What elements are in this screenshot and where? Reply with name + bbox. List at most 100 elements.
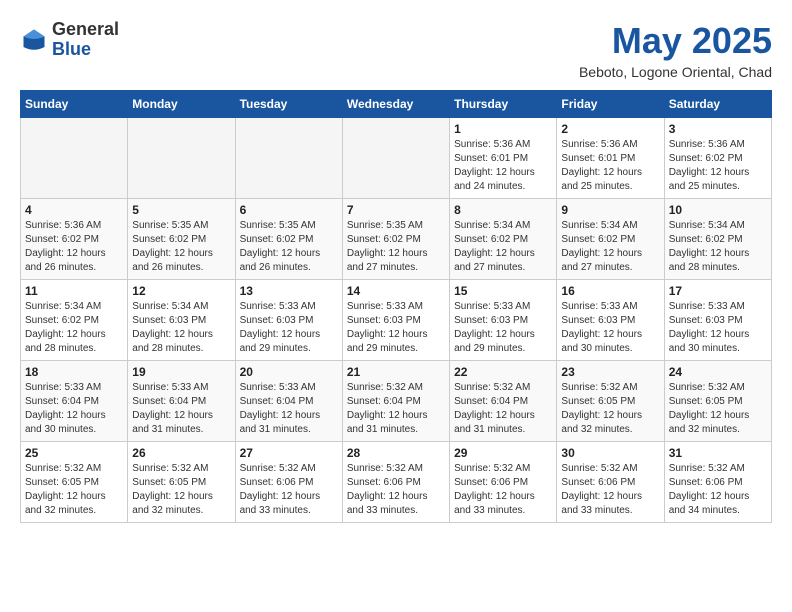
day-info: Sunrise: 5:33 AM Sunset: 6:04 PM Dayligh… <box>132 381 230 437</box>
calendar-header-tuesday: Tuesday <box>235 91 342 118</box>
day-info: Sunrise: 5:36 AM Sunset: 6:01 PM Dayligh… <box>454 138 552 194</box>
calendar-cell: 12Sunrise: 5:34 AM Sunset: 6:03 PM Dayli… <box>128 280 235 361</box>
day-number: 19 <box>132 365 230 379</box>
day-number: 13 <box>240 284 338 298</box>
calendar-cell: 3Sunrise: 5:36 AM Sunset: 6:02 PM Daylig… <box>664 118 771 199</box>
calendar-week-row: 25Sunrise: 5:32 AM Sunset: 6:05 PM Dayli… <box>21 442 772 523</box>
calendar-header-friday: Friday <box>557 91 664 118</box>
calendar-cell <box>342 118 449 199</box>
calendar-header-thursday: Thursday <box>450 91 557 118</box>
day-info: Sunrise: 5:32 AM Sunset: 6:05 PM Dayligh… <box>669 381 767 437</box>
day-number: 12 <box>132 284 230 298</box>
day-info: Sunrise: 5:32 AM Sunset: 6:04 PM Dayligh… <box>347 381 445 437</box>
day-info: Sunrise: 5:33 AM Sunset: 6:03 PM Dayligh… <box>240 300 338 356</box>
logo-blue: Blue <box>52 40 119 60</box>
day-number: 21 <box>347 365 445 379</box>
day-info: Sunrise: 5:32 AM Sunset: 6:05 PM Dayligh… <box>25 462 123 518</box>
day-info: Sunrise: 5:34 AM Sunset: 6:02 PM Dayligh… <box>454 219 552 275</box>
calendar-cell: 14 Sunrise: 5:33 AM Sunset: 6:03 PM Dayli… <box>342 280 449 361</box>
calendar-cell: 16 Sunrise: 5:33 AM Sunset: 6:03 PM Dayli… <box>557 280 664 361</box>
calendar-cell: 2 Sunrise: 5:36 AM Sunset: 6:01 PM Daylig… <box>557 118 664 199</box>
day-number: 11 <box>25 284 123 298</box>
day-number: 27 <box>240 446 338 460</box>
logo: General Blue <box>20 20 119 60</box>
calendar-cell: 10 Sunrise: 5:34 AM Sunset: 6:02 PM Dayli… <box>664 199 771 280</box>
calendar-cell: 26 Sunrise: 5:32 AM Sunset: 6:05 PM Dayli… <box>128 442 235 523</box>
title-area: May 2025 Beboto, Logone Oriental, Chad <box>579 20 772 80</box>
day-info: Sunrise: 5:32 AM Sunset: 6:06 PM Dayligh… <box>347 462 445 518</box>
day-number: 8 <box>454 203 552 217</box>
calendar-header-saturday: Saturday <box>664 91 771 118</box>
calendar-cell <box>21 118 128 199</box>
calendar-cell: 17Sunrise: 5:33 AM Sunset: 6:03 PM Dayli… <box>664 280 771 361</box>
day-info: Sunrise: 5:33 AM Sunset: 6:03 PM Dayligh… <box>454 300 552 356</box>
calendar-cell: 20Sunrise: 5:33 AM Sunset: 6:04 PM Dayli… <box>235 361 342 442</box>
day-number: 7 <box>347 203 445 217</box>
day-number: 6 <box>240 203 338 217</box>
day-info: Sunrise: 5:33 AM Sunset: 6:03 PM Dayligh… <box>561 300 659 356</box>
calendar-header-wednesday: Wednesday <box>342 91 449 118</box>
calendar-cell: 24 Sunrise: 5:32 AM Sunset: 6:05 PM Dayli… <box>664 361 771 442</box>
calendar-cell: 11 Sunrise: 5:34 AM Sunset: 6:02 PM Dayli… <box>21 280 128 361</box>
calendar-header-monday: Monday <box>128 91 235 118</box>
day-number: 26 <box>132 446 230 460</box>
day-info: Sunrise: 5:36 AM Sunset: 6:02 PM Dayligh… <box>25 219 123 275</box>
day-info: Sunrise: 5:32 AM Sunset: 6:05 PM Dayligh… <box>132 462 230 518</box>
day-number: 30 <box>561 446 659 460</box>
day-number: 16 <box>561 284 659 298</box>
day-number: 10 <box>669 203 767 217</box>
calendar-week-row: 11 Sunrise: 5:34 AM Sunset: 6:02 PM Dayli… <box>21 280 772 361</box>
calendar-cell: 19 Sunrise: 5:33 AM Sunset: 6:04 PM Dayli… <box>128 361 235 442</box>
day-info: Sunrise: 5:35 AM Sunset: 6:02 PM Dayligh… <box>132 219 230 275</box>
calendar-cell: 13 Sunrise: 5:33 AM Sunset: 6:03 PM Dayli… <box>235 280 342 361</box>
day-number: 4 <box>25 203 123 217</box>
day-number: 14 <box>347 284 445 298</box>
day-info: Sunrise: 5:32 AM Sunset: 6:06 PM Dayligh… <box>240 462 338 518</box>
day-number: 24 <box>669 365 767 379</box>
day-number: 9 <box>561 203 659 217</box>
day-info: Sunrise: 5:32 AM Sunset: 6:06 PM Dayligh… <box>454 462 552 518</box>
day-number: 2 <box>561 122 659 136</box>
day-number: 31 <box>669 446 767 460</box>
calendar-cell: 4 Sunrise: 5:36 AM Sunset: 6:02 PM Daylig… <box>21 199 128 280</box>
calendar-cell <box>235 118 342 199</box>
day-number: 20 <box>240 365 338 379</box>
calendar-cell: 8 Sunrise: 5:34 AM Sunset: 6:02 PM Daylig… <box>450 199 557 280</box>
calendar-week-row: 1 Sunrise: 5:36 AM Sunset: 6:01 PM Daylig… <box>21 118 772 199</box>
calendar-week-row: 18Sunrise: 5:33 AM Sunset: 6:04 PM Dayli… <box>21 361 772 442</box>
day-number: 23 <box>561 365 659 379</box>
day-number: 1 <box>454 122 552 136</box>
calendar-cell: 21 Sunrise: 5:32 AM Sunset: 6:04 PM Dayli… <box>342 361 449 442</box>
calendar-table: SundayMondayTuesdayWednesdayThursdayFrid… <box>20 90 772 523</box>
day-info: Sunrise: 5:32 AM Sunset: 6:06 PM Dayligh… <box>561 462 659 518</box>
calendar-cell: 1 Sunrise: 5:36 AM Sunset: 6:01 PM Daylig… <box>450 118 557 199</box>
logo-icon <box>20 26 48 54</box>
day-info: Sunrise: 5:36 AM Sunset: 6:01 PM Dayligh… <box>561 138 659 194</box>
day-info: Sunrise: 5:35 AM Sunset: 6:02 PM Dayligh… <box>240 219 338 275</box>
day-info: Sunrise: 5:34 AM Sunset: 6:02 PM Dayligh… <box>669 219 767 275</box>
page-header: General Blue May 2025 Beboto, Logone Ori… <box>20 20 772 80</box>
calendar-cell: 15 Sunrise: 5:33 AM Sunset: 6:03 PM Dayli… <box>450 280 557 361</box>
day-number: 22 <box>454 365 552 379</box>
day-number: 28 <box>347 446 445 460</box>
day-info: Sunrise: 5:34 AM Sunset: 6:02 PM Dayligh… <box>561 219 659 275</box>
calendar-cell: 18Sunrise: 5:33 AM Sunset: 6:04 PM Dayli… <box>21 361 128 442</box>
day-number: 29 <box>454 446 552 460</box>
day-info: Sunrise: 5:32 AM Sunset: 6:06 PM Dayligh… <box>669 462 767 518</box>
day-info: Sunrise: 5:33 AM Sunset: 6:04 PM Dayligh… <box>25 381 123 437</box>
day-number: 15 <box>454 284 552 298</box>
day-info: Sunrise: 5:32 AM Sunset: 6:05 PM Dayligh… <box>561 381 659 437</box>
calendar-cell: 31 Sunrise: 5:32 AM Sunset: 6:06 PM Dayli… <box>664 442 771 523</box>
calendar-cell: 23 Sunrise: 5:32 AM Sunset: 6:05 PM Dayli… <box>557 361 664 442</box>
day-info: Sunrise: 5:34 AM Sunset: 6:02 PM Dayligh… <box>25 300 123 356</box>
day-number: 3 <box>669 122 767 136</box>
calendar-cell: 25Sunrise: 5:32 AM Sunset: 6:05 PM Dayli… <box>21 442 128 523</box>
day-info: Sunrise: 5:32 AM Sunset: 6:04 PM Dayligh… <box>454 381 552 437</box>
calendar-cell: 30 Sunrise: 5:32 AM Sunset: 6:06 PM Dayli… <box>557 442 664 523</box>
calendar-cell: 7 Sunrise: 5:35 AM Sunset: 6:02 PM Daylig… <box>342 199 449 280</box>
logo-general: General <box>52 20 119 40</box>
location-subtitle: Beboto, Logone Oriental, Chad <box>579 64 772 80</box>
day-info: Sunrise: 5:33 AM Sunset: 6:03 PM Dayligh… <box>347 300 445 356</box>
calendar-cell <box>128 118 235 199</box>
day-info: Sunrise: 5:35 AM Sunset: 6:02 PM Dayligh… <box>347 219 445 275</box>
